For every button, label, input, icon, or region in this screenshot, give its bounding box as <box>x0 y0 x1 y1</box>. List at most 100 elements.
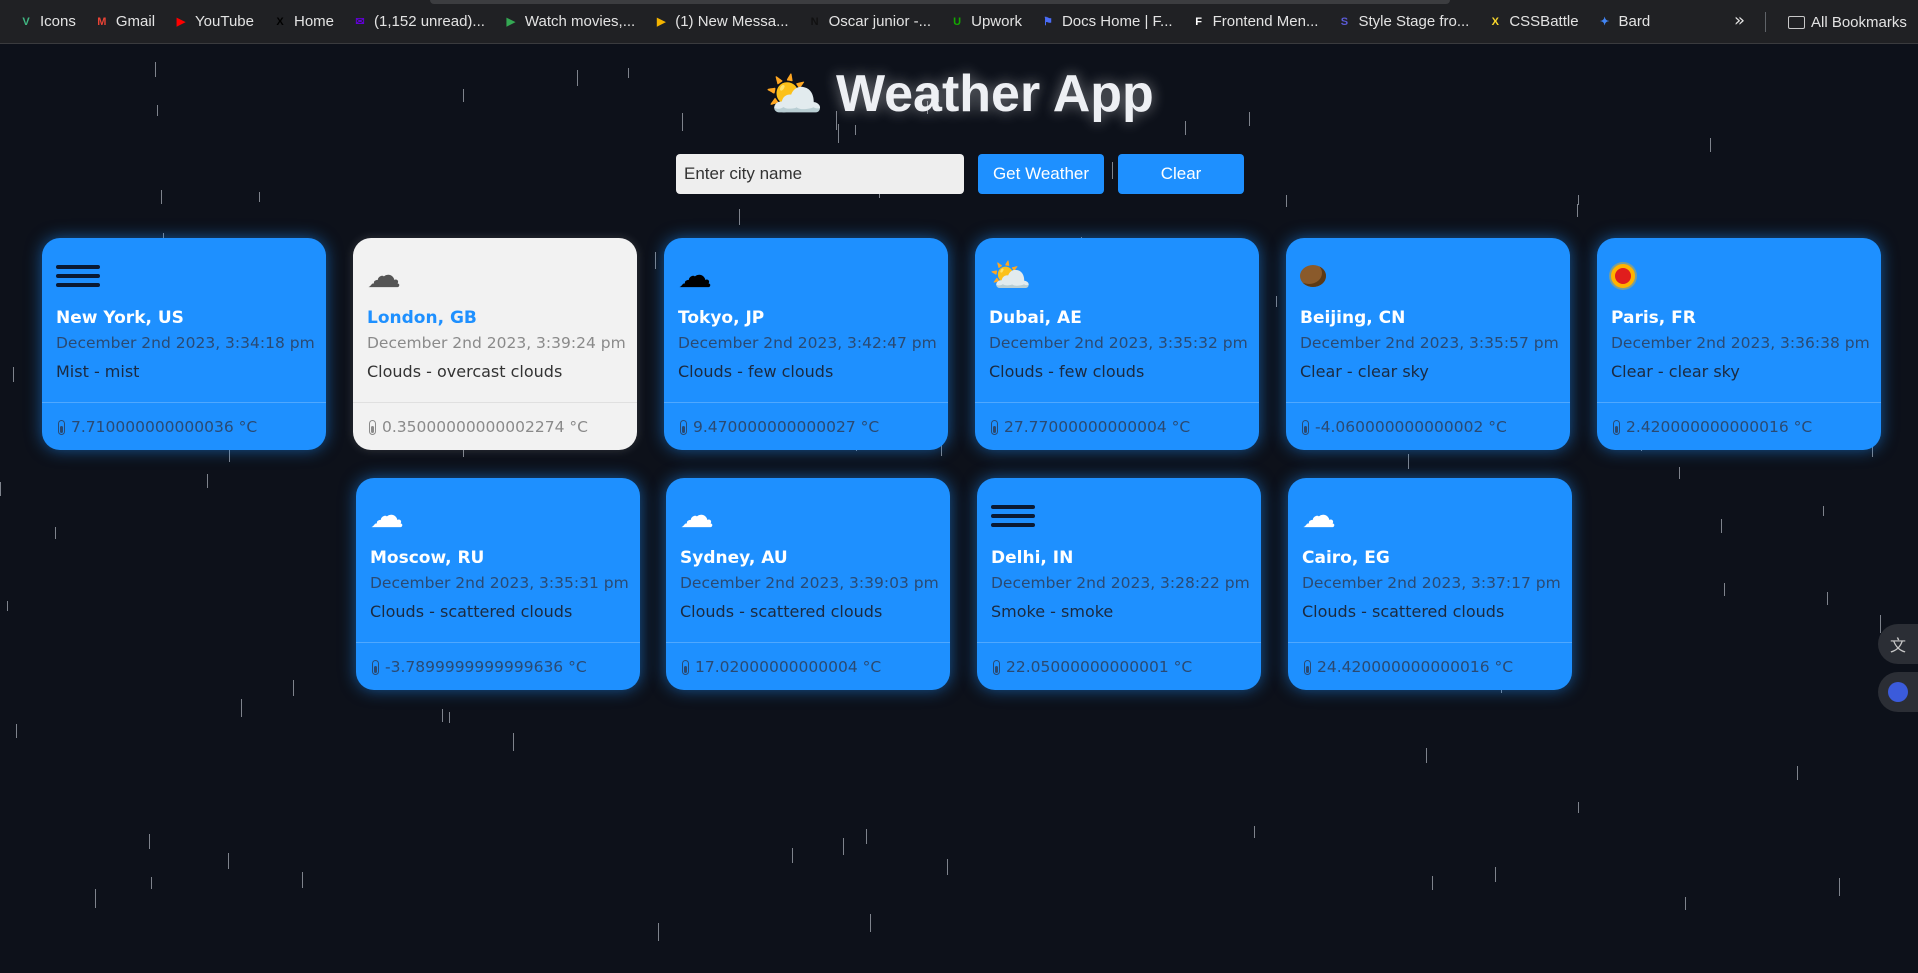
bookmark-favicon-icon: ▶ <box>656 16 666 28</box>
card-description: Clouds - overcast clouds <box>367 362 563 381</box>
card-city: Cairo, EG <box>1302 548 1390 568</box>
bookmark-item[interactable]: V Icons <box>10 7 84 37</box>
weather-card[interactable]: Paris, FR December 2nd 2023, 3:36:38 pm Cl… <box>1597 238 1881 450</box>
rain-drop <box>1797 766 1798 780</box>
bookmark-label: Oscar junior -... <box>828 13 932 30</box>
card-date: December 2nd 2023, 3:39:03 pm <box>680 574 939 592</box>
assistant-widget[interactable] <box>1878 672 1918 712</box>
card-description: Smoke - smoke <box>991 602 1114 621</box>
bookmark-item[interactable]: ▶ Watch movies,... <box>495 7 643 37</box>
bookmark-item[interactable]: ✦ Bard <box>1589 7 1659 37</box>
weather-card[interactable]: New York, US December 2nd 2023, 3:34:18 p… <box>42 238 326 450</box>
rain-drop <box>1721 519 1722 533</box>
bookmark-item[interactable]: N Oscar junior -... <box>799 7 940 37</box>
card-date: December 2nd 2023, 3:35:31 pm <box>370 574 629 592</box>
thermometer-icon <box>682 659 689 675</box>
card-temp-value: -3.7899999999999636 °C <box>385 658 587 676</box>
card-city: Moscow, RU <box>370 548 485 568</box>
bookmark-favicon-icon: U <box>953 15 962 28</box>
card-temperature: 2.420000000000016 °C <box>1613 418 1812 436</box>
rain-drop <box>13 367 14 382</box>
bookmark-favicon-icon: F <box>1195 15 1202 28</box>
more-bookmarks-icon[interactable]: » <box>1734 10 1745 31</box>
weather-card[interactable]: ☁ Moscow, RU December 2nd 2023, 3:35:31 pm… <box>356 478 640 690</box>
weather-card[interactable]: ☁ London, GB December 2nd 2023, 3:39:24 pm… <box>353 238 637 450</box>
card-divider <box>666 642 950 643</box>
bookmark-label: Watch movies,... <box>524 13 636 30</box>
card-city: New York, US <box>56 308 184 328</box>
card-temperature: -4.060000000000002 °C <box>1302 418 1507 436</box>
bookmark-item[interactable]: X CSSBattle <box>1479 7 1586 37</box>
card-date: December 2nd 2023, 3:37:17 pm <box>1302 574 1561 592</box>
card-city: Sydney, AU <box>680 548 788 568</box>
rain-drop <box>293 680 294 696</box>
rain-drop <box>655 252 656 269</box>
weather-card[interactable]: ☁ Tokyo, JP December 2nd 2023, 3:42:47 pm C… <box>664 238 948 450</box>
bookmark-item[interactable]: ⚑ Docs Home | F... <box>1032 7 1181 37</box>
bookmark-favicon-icon: ✦ <box>1599 16 1610 28</box>
card-city: Dubai, AE <box>989 308 1082 328</box>
card-divider <box>664 402 948 403</box>
thermometer-icon <box>1304 659 1311 675</box>
scattered-clouds-icon: ☁ <box>370 496 404 536</box>
bookmark-item[interactable]: ✉ (1,152 unread)... <box>344 7 493 37</box>
bookmark-item[interactable]: X Home <box>264 7 342 37</box>
bookmark-label: Upwork <box>971 13 1022 30</box>
bookmark-item[interactable]: U Upwork <box>941 7 1030 37</box>
bookmark-item[interactable]: ▶ (1) New Messa... <box>645 7 796 37</box>
weather-card[interactable]: Beijing, CN December 2nd 2023, 3:35:57 pm… <box>1286 238 1570 450</box>
bookmark-label: (1,152 unread)... <box>374 13 485 30</box>
weather-card[interactable]: Delhi, IN December 2nd 2023, 3:28:22 pm Sm… <box>977 478 1261 690</box>
bookmark-label: (1) New Messa... <box>675 13 789 30</box>
rain-drop <box>1408 454 1409 469</box>
clear-night-icon <box>1300 254 1556 298</box>
weather-card[interactable]: ☁ Cairo, EG December 2nd 2023, 3:37:17 pm C… <box>1288 478 1572 690</box>
weather-card[interactable]: ⛅ Dubai, AE December 2nd 2023, 3:35:32 pm C… <box>975 238 1259 450</box>
all-bookmarks-button[interactable]: All Bookmarks <box>1780 7 1915 37</box>
card-temp-value: 2.420000000000016 °C <box>1626 418 1813 436</box>
rain-drop <box>1578 195 1579 205</box>
bookmark-item[interactable]: S Style Stage fro... <box>1328 7 1477 37</box>
bookmark-item[interactable]: M Gmail <box>86 7 163 37</box>
all-bookmarks-label: All Bookmarks <box>1811 13 1907 31</box>
rain-drop <box>161 190 162 204</box>
bookmark-item[interactable]: F Frontend Men... <box>1183 7 1327 37</box>
rain-drop <box>0 482 1 496</box>
card-temperature: 27.77000000000004 °C <box>991 418 1190 436</box>
translate-widget[interactable]: 文 <box>1878 624 1918 664</box>
card-divider <box>42 402 326 403</box>
bookmark-favicon-icon: X <box>276 15 284 28</box>
rain-drop <box>16 724 17 738</box>
card-temp-value: 0.35000000000002274 °C <box>382 418 588 436</box>
bookmark-favicon-icon: ✉ <box>355 16 365 28</box>
city-input[interactable] <box>676 154 964 194</box>
card-temperature: 7.710000000000036 °C <box>58 418 257 436</box>
rain-drop <box>1880 615 1881 633</box>
bookmark-favicon-icon: N <box>810 15 819 28</box>
rain-drop <box>7 601 8 611</box>
rain-drop <box>1426 748 1427 763</box>
rain-drop <box>1724 583 1725 596</box>
rain-drop <box>838 124 839 143</box>
card-description: Clouds - few clouds <box>989 362 1145 381</box>
rain-drop <box>1254 826 1255 838</box>
rain-drop <box>870 914 871 932</box>
card-description: Clouds - scattered clouds <box>370 602 573 621</box>
card-temp-value: 27.77000000000004 °C <box>1004 418 1191 436</box>
bookmark-item[interactable]: ▶ YouTube <box>165 7 262 37</box>
bookmark-label: YouTube <box>195 13 254 30</box>
sun-cloud-icon: ⛅ <box>764 69 824 122</box>
rain-drop <box>95 889 96 908</box>
card-temp-value: -4.060000000000002 °C <box>1315 418 1507 436</box>
rain-drop <box>513 733 514 751</box>
card-temperature: 17.02000000000004 °C <box>682 658 881 676</box>
card-temp-value: 22.05000000000001 °C <box>1006 658 1193 676</box>
card-temp-value: 17.02000000000004 °C <box>695 658 882 676</box>
rain-drop <box>442 709 443 722</box>
clear-day-icon <box>1611 254 1867 298</box>
scattered-clouds-icon: ☁ <box>680 496 714 536</box>
weather-card[interactable]: ☁ Sydney, AU December 2nd 2023, 3:39:03 pm… <box>666 478 950 690</box>
overcast-clouds-icon: ☁ <box>367 256 401 296</box>
clear-button[interactable]: Clear <box>1118 154 1244 194</box>
get-weather-button[interactable]: Get Weather <box>978 154 1104 194</box>
